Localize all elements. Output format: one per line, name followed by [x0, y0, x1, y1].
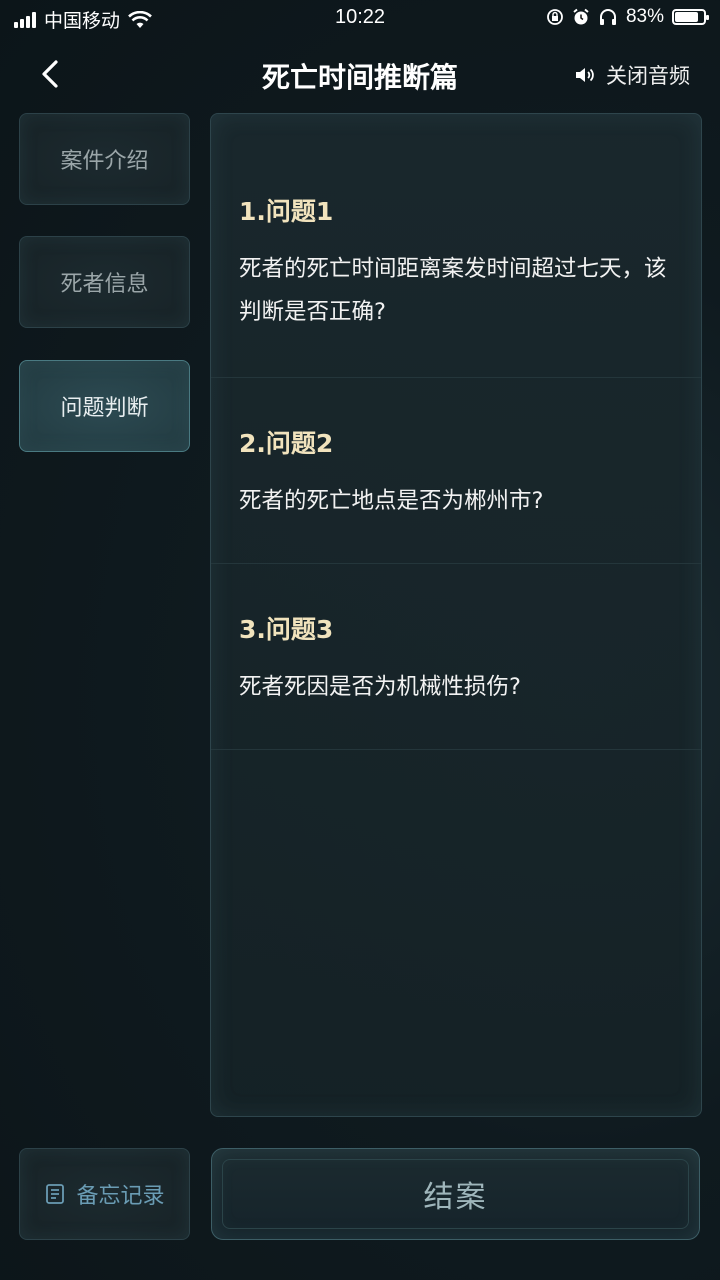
close-case-label: 结案 [423, 1180, 488, 1215]
question-item-1[interactable]: 1.问题1 死者的死亡时间距离案发时间超过七天，该判断是否正确? [211, 192, 701, 378]
audio-toggle-button[interactable]: 关闭音频 [574, 60, 690, 90]
question-panel: 1.问题1 死者的死亡时间距离案发时间超过七天，该判断是否正确? 2.问题2 死… [210, 113, 702, 1117]
sidebar-item-deceased-info[interactable]: 死者信息 [19, 236, 190, 328]
question-title: 1.问题1 [239, 197, 334, 226]
question-item-3[interactable]: 3.问题3 死者死因是否为机械性损伤? [211, 610, 701, 750]
memo-label: 备忘记录 [76, 1184, 165, 1209]
alarm-icon [573, 8, 589, 25]
audio-toggle-label: 关闭音频 [606, 64, 690, 88]
battery-percent: 83% [625, 6, 664, 27]
memo-button[interactable]: 备忘记录 [19, 1148, 190, 1240]
memo-icon [46, 1184, 65, 1204]
question-title: 2.问题2 [239, 429, 334, 458]
question-text: 死者死因是否为机械性损伤? [239, 674, 521, 700]
question-text: 死者的死亡地点是否为郴州市? [239, 488, 544, 514]
sidebar-item-label: 问题判断 [60, 396, 149, 421]
sidebar-item-question-judgment[interactable]: 问题判断 [19, 360, 190, 452]
sidebar-item-label: 死者信息 [60, 272, 149, 297]
status-bar: 中国移动 10:22 83% [0, 0, 720, 36]
question-title: 3.问题3 [239, 615, 334, 644]
sidebar-item-label: 案件介绍 [60, 149, 149, 174]
question-text: 死者的死亡时间距离案发时间超过七天，该判断是否正确? [239, 256, 667, 325]
status-right: 83% [546, 6, 709, 28]
nav-bar: 死亡时间推断篇 关闭音频 [0, 44, 720, 104]
battery-icon [672, 9, 709, 25]
close-case-button[interactable]: 结案 [211, 1148, 700, 1240]
headphones-icon [599, 9, 616, 25]
sidebar-item-case-intro[interactable]: 案件介绍 [19, 113, 190, 205]
rotation-lock-icon [547, 9, 563, 25]
speaker-icon [576, 68, 594, 82]
question-item-2[interactable]: 2.问题2 死者的死亡地点是否为郴州市? [211, 424, 701, 564]
